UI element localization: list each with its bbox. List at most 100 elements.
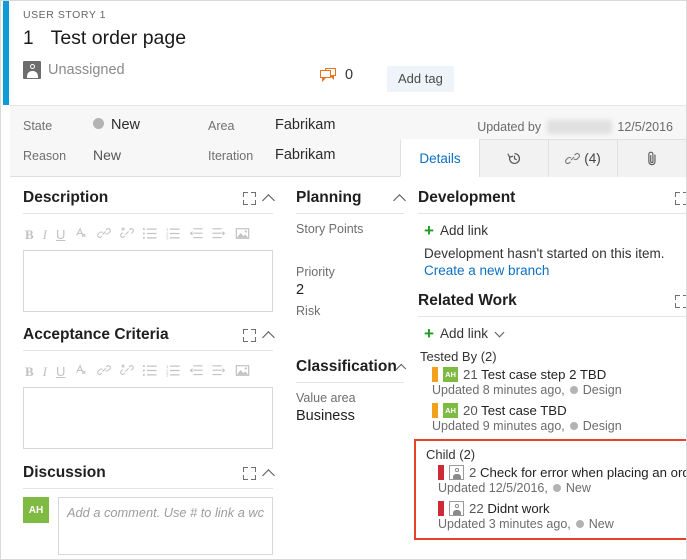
avatar: AH	[23, 497, 49, 523]
list-item[interactable]: 2 Check for error when placing an order …	[438, 465, 687, 495]
classification-title: Classification	[296, 358, 397, 375]
area-value[interactable]: Fabrikam	[275, 117, 335, 133]
create-new-branch-link[interactable]: Create a new branch	[424, 263, 686, 278]
link-icon[interactable]	[97, 226, 112, 242]
state-value[interactable]: New	[93, 117, 140, 133]
list-item[interactable]: 22 Didnt work Updated 3 minutes ago, New	[438, 501, 686, 531]
unlink-icon[interactable]	[120, 363, 135, 379]
link-item-state: Design	[582, 419, 622, 433]
bold-icon[interactable]: B	[25, 365, 34, 378]
link-item-subtitle: Updated 8 minutes ago, Design	[432, 383, 686, 397]
tab-attachments[interactable]	[617, 139, 686, 177]
bullet-list-icon[interactable]	[143, 227, 157, 242]
risk-value[interactable]	[296, 321, 404, 336]
work-item-type-color-bar	[432, 367, 439, 382]
tab-history[interactable]	[479, 139, 548, 177]
numbered-list-icon[interactable]: 123	[166, 363, 180, 379]
chevron-up-icon[interactable]	[262, 193, 275, 207]
updated-by-prefix: Updated by	[477, 120, 542, 134]
list-item[interactable]: AH 21 Test case step 2 TBD Updated 8 min…	[432, 367, 686, 397]
column-middle: Planning Story Points Priority 2 Risk Cl…	[286, 177, 410, 559]
svg-text:3: 3	[166, 235, 169, 239]
work-item-title[interactable]: Test order page	[51, 27, 187, 50]
story-points-value[interactable]	[296, 239, 404, 254]
image-icon[interactable]	[235, 364, 250, 379]
form-columns: Description B I U 123 Acceptance Criteri…	[10, 177, 686, 559]
work-item-type-color-bar	[438, 465, 445, 480]
discussion-count-control[interactable]: 0	[320, 67, 353, 83]
tab-details[interactable]: Details	[400, 139, 479, 177]
underline-icon[interactable]: U	[56, 228, 65, 241]
bullet-list-icon[interactable]	[143, 364, 157, 379]
plus-icon: +	[424, 221, 434, 240]
bold-icon[interactable]: B	[25, 228, 34, 241]
description-editor[interactable]	[23, 250, 274, 312]
numbered-list-icon[interactable]: 123	[166, 226, 180, 242]
planning-header: Planning	[296, 189, 406, 214]
link-item-title[interactable]: 2 Check for error when placing an order	[469, 465, 687, 480]
value-area-label: Value area	[296, 391, 356, 405]
link-icon[interactable]	[97, 363, 112, 379]
risk-label: Risk	[296, 304, 321, 318]
expand-icon[interactable]	[675, 191, 686, 205]
value-area-value[interactable]: Business	[296, 408, 404, 424]
link-group-child-highlighted: Child (2) 2 Check for error when placing…	[414, 439, 687, 540]
description-header: Description	[23, 189, 275, 214]
comment-input[interactable]: Add a comment. Use # to link a wc	[58, 497, 274, 555]
acceptance-criteria-editor[interactable]	[23, 387, 274, 449]
chevron-down-icon[interactable]	[494, 327, 505, 338]
link-item-state: Design	[582, 383, 622, 397]
outdent-icon[interactable]	[189, 364, 203, 379]
expand-icon[interactable]	[243, 466, 257, 480]
chevron-up-icon[interactable]	[393, 193, 406, 207]
italic-icon[interactable]: I	[43, 228, 47, 241]
planning-field-story-points: Story Points	[296, 222, 404, 254]
link-item-id: 2	[469, 465, 477, 480]
italic-icon[interactable]: I	[43, 365, 47, 378]
clear-format-icon[interactable]	[74, 363, 88, 379]
expand-icon[interactable]	[243, 191, 257, 205]
assigned-to-control[interactable]: Unassigned	[23, 61, 125, 79]
related-work-add-link-button[interactable]: + Add link	[424, 324, 686, 343]
add-tag-button[interactable]: Add tag	[387, 66, 454, 92]
clear-format-icon[interactable]	[74, 226, 88, 242]
avatar: AH	[443, 403, 459, 418]
link-item-title[interactable]: 22 Didnt work	[469, 501, 550, 516]
indent-icon[interactable]	[212, 227, 226, 242]
reason-label: Reason	[23, 149, 67, 163]
expand-icon[interactable]	[675, 294, 686, 308]
avatar: AH	[443, 367, 459, 382]
chevron-up-icon[interactable]	[262, 468, 275, 482]
plus-icon: +	[424, 324, 434, 343]
link-item-text: Check for error when placing an order	[480, 465, 687, 480]
state-dot-icon	[569, 386, 578, 394]
link-group-title: Child (2)	[426, 447, 476, 462]
link-item-id: 20	[463, 403, 478, 418]
indent-icon[interactable]	[212, 364, 226, 379]
link-item-updated: Updated 3 minutes ago,	[438, 517, 571, 531]
underline-icon[interactable]: U	[56, 365, 65, 378]
related-work-add-link-label: Add link	[439, 326, 488, 341]
discussion-count-value: 0	[345, 67, 354, 83]
tab-links[interactable]: (4)	[548, 139, 617, 177]
related-work-title: Related Work	[418, 292, 517, 309]
iteration-value[interactable]: Fabrikam	[275, 147, 335, 163]
classification-field-value-area: Value area Business	[296, 391, 404, 424]
development-add-link-button[interactable]: + Add link	[424, 221, 686, 240]
unlink-icon[interactable]	[120, 226, 135, 242]
link-item-title[interactable]: 21 Test case step 2 TBD	[463, 367, 606, 382]
link-group-title: Tested By (2)	[420, 349, 497, 364]
list-item[interactable]: AH 20 Test case TBD Updated 9 minutes ag…	[432, 403, 686, 433]
person-icon	[449, 465, 465, 480]
planning-title: Planning	[296, 189, 362, 206]
description-toolbar: B I U 123	[23, 222, 273, 246]
expand-icon[interactable]	[243, 328, 257, 342]
chevron-up-icon[interactable]	[262, 330, 275, 344]
reason-value[interactable]: New	[93, 147, 121, 163]
acceptance-criteria-title: Acceptance Criteria	[23, 326, 169, 343]
priority-value[interactable]: 2	[296, 282, 404, 298]
planning-field-risk: Risk	[296, 304, 404, 336]
outdent-icon[interactable]	[189, 227, 203, 242]
image-icon[interactable]	[235, 227, 250, 242]
link-item-title[interactable]: 20 Test case TBD	[463, 403, 567, 418]
